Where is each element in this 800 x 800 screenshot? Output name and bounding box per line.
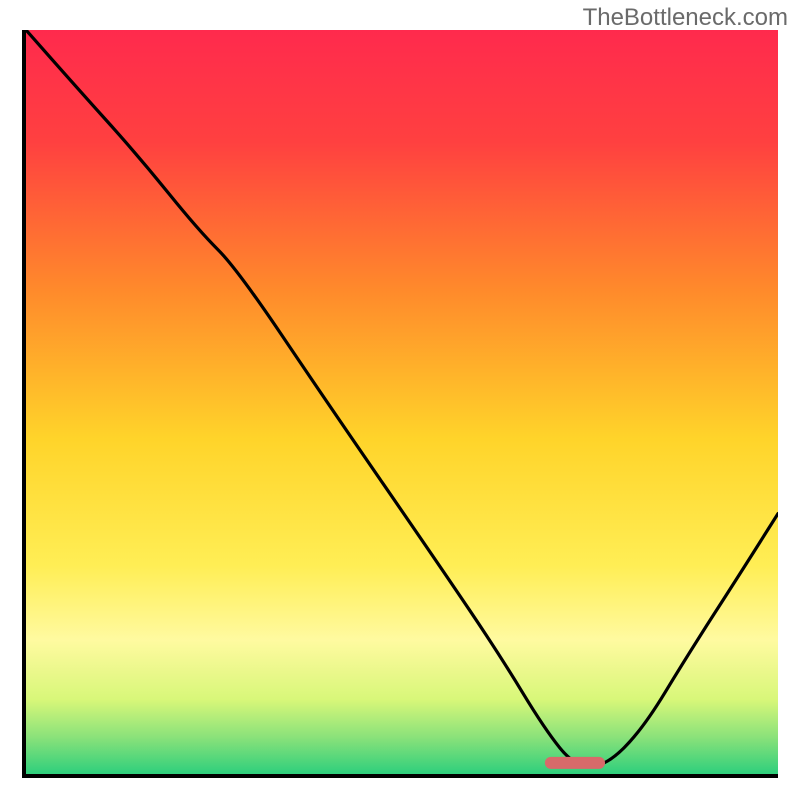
watermark-text: TheBottleneck.com [583,4,788,32]
optimal-marker [545,757,605,769]
chart-container: TheBottleneck.com [0,0,800,800]
gradient-background [26,30,778,774]
plot-svg [26,30,778,774]
plot-area [22,30,778,778]
